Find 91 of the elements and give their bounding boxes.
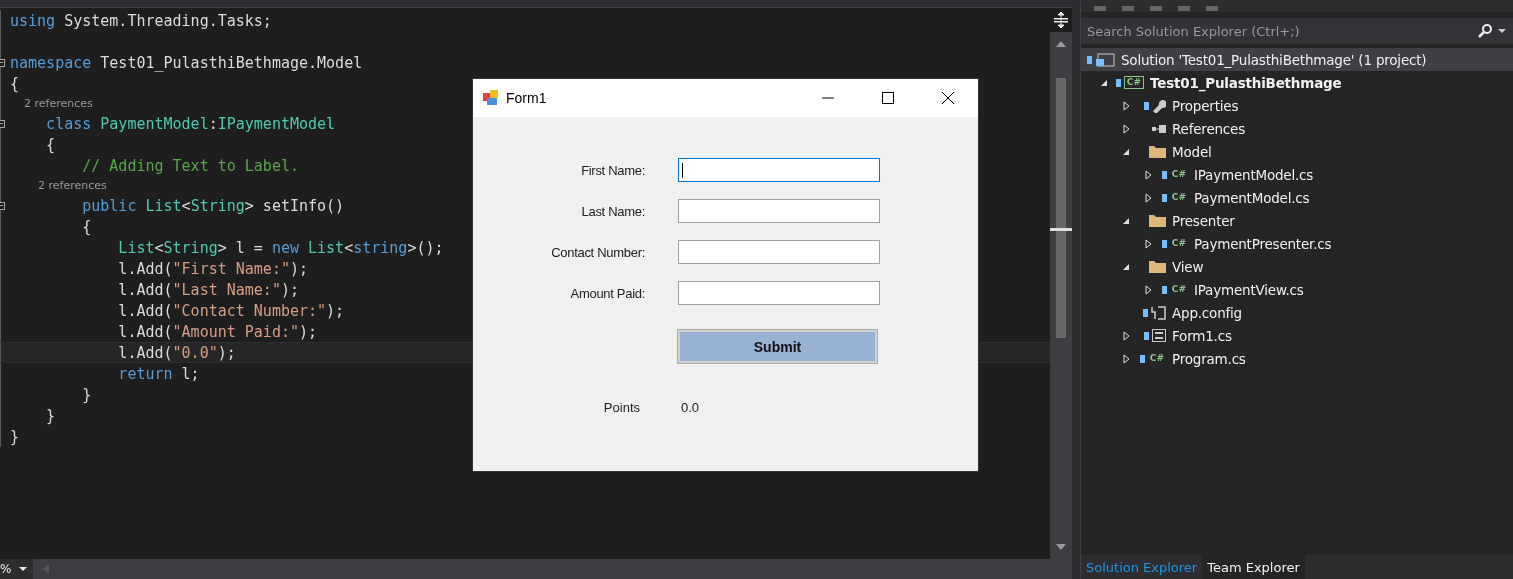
- expand-icon[interactable]: [1120, 329, 1132, 342]
- expand-icon[interactable]: [1142, 191, 1154, 204]
- field-label: Amount Paid:: [570, 285, 645, 301]
- code-line: }: [10, 427, 20, 446]
- expand-icon[interactable]: [1142, 168, 1154, 181]
- expand-icon[interactable]: [1120, 352, 1132, 365]
- code-line: // Adding Text to Label.: [81, 156, 299, 175]
- tree-item[interactable]: C# Test01_PulasthiBethmage: [1081, 71, 1513, 94]
- close-icon: [941, 91, 955, 105]
- text-field[interactable]: [678, 158, 880, 182]
- code-line: }: [45, 406, 56, 425]
- tree-item[interactable]: C# PaymentPresenter.cs: [1081, 232, 1513, 255]
- code-line: return l;: [117, 364, 200, 383]
- window-title: Form1: [506, 90, 548, 106]
- code-line: public List<String> setInfo(): [81, 196, 345, 215]
- csharp-icon: C#: [1169, 192, 1188, 203]
- code-line: l.Add("First Name:");: [117, 259, 309, 278]
- toolbar-icon[interactable]: [1093, 6, 1107, 12]
- scroll-up-icon[interactable]: [1055, 40, 1067, 48]
- toolbar-icon[interactable]: [1149, 6, 1163, 12]
- collapse-icon[interactable]: [0, 201, 5, 210]
- wrench-icon: [1152, 98, 1166, 113]
- references-icon: [1152, 124, 1166, 133]
- search-field[interactable]: Search Solution Explorer (Ctrl+;): [1087, 23, 1477, 39]
- form-icon: [483, 90, 499, 106]
- scroll-down-icon[interactable]: [1055, 543, 1067, 551]
- toolbar-icon[interactable]: [1121, 6, 1135, 12]
- vertical-scrollbar[interactable]: [1050, 8, 1072, 559]
- code-line: l.Add("Last Name:");: [117, 280, 299, 299]
- tree-item[interactable]: C# IPaymentView.cs: [1081, 278, 1513, 301]
- form-file-icon: [1152, 329, 1166, 342]
- config-file-icon: [1151, 305, 1166, 320]
- tree-item[interactable]: Form1.cs: [1081, 324, 1513, 347]
- code-line: l.Add("0.0");: [117, 343, 236, 362]
- tree-item[interactable]: Solution 'Test01_PulasthiBethmage' (1 project): [1081, 48, 1513, 71]
- csharp-icon: C#: [1169, 238, 1188, 249]
- tree-item[interactable]: Properties: [1081, 94, 1513, 117]
- search-icon[interactable]: [1477, 23, 1493, 39]
- code-line: l.Add("Contact Number:");: [117, 301, 345, 320]
- tree-item[interactable]: C# Program.cs: [1081, 347, 1513, 370]
- tree-item[interactable]: C# PaymentModel.cs: [1081, 186, 1513, 209]
- tree-item[interactable]: Model: [1081, 140, 1513, 163]
- code-line: {: [81, 217, 92, 236]
- folder-icon: [1149, 214, 1166, 227]
- maximize-icon: [882, 92, 894, 104]
- folder-icon: [1149, 145, 1166, 158]
- panel-tab[interactable]: Team Explorer: [1202, 555, 1305, 579]
- expand-icon[interactable]: [1142, 237, 1154, 250]
- csharp-icon: C#: [1169, 169, 1188, 180]
- split-handle-icon[interactable]: [1054, 12, 1068, 28]
- expand-icon[interactable]: [1142, 283, 1154, 296]
- references-link[interactable]: 2 references: [10, 97, 93, 110]
- tree-item[interactable]: View: [1081, 255, 1513, 278]
- minimize-icon: [822, 97, 834, 99]
- zoom-dropdown[interactable]: %: [0, 559, 34, 579]
- collapse-icon[interactable]: [0, 119, 5, 128]
- csharp-icon: C#: [1147, 353, 1166, 364]
- collapse-icon[interactable]: [0, 58, 5, 67]
- code-line: List<String> l = new List<string>();: [117, 238, 444, 257]
- caret-icon[interactable]: [1497, 28, 1507, 34]
- csharp-icon: C#: [1169, 284, 1188, 295]
- search-box[interactable]: Search Solution Explorer (Ctrl+;): [1081, 18, 1513, 44]
- solution-icon: [1095, 52, 1115, 67]
- folder-icon: [1149, 260, 1166, 273]
- code-line: {: [10, 74, 20, 93]
- field-label: Last Name:: [581, 203, 645, 219]
- tree-item[interactable]: C# IPaymentModel.cs: [1081, 163, 1513, 186]
- caret-icon: [19, 566, 28, 572]
- code-line: namespace Test01_PulasthiBethmage.Model: [10, 53, 363, 72]
- expand-icon[interactable]: [1120, 122, 1132, 135]
- points-label: Points: [603, 400, 640, 415]
- tree-item[interactable]: Presenter: [1081, 209, 1513, 232]
- points-value: 0.0: [681, 400, 701, 415]
- toolbar-icon[interactable]: [1177, 6, 1191, 12]
- toolbar-icon[interactable]: [1205, 6, 1219, 12]
- code-line: using System.Threading.Tasks;: [10, 11, 272, 30]
- tree-item[interactable]: References: [1081, 117, 1513, 140]
- expand-icon[interactable]: [1120, 99, 1132, 112]
- code-line: l.Add("Amount Paid:");: [117, 322, 318, 341]
- tree-item[interactable]: App.config: [1081, 301, 1513, 324]
- submit-button[interactable]: Submit: [678, 330, 877, 363]
- text-field[interactable]: [678, 281, 880, 305]
- code-line: class PaymentModel:IPaymentModel: [45, 114, 336, 133]
- field-label: Contact Number:: [551, 244, 645, 260]
- csharp-icon: C#: [1123, 76, 1144, 89]
- code-line: }: [81, 385, 92, 404]
- text-field[interactable]: [678, 199, 880, 223]
- field-label: First Name:: [581, 162, 645, 178]
- code-line: {: [45, 135, 56, 154]
- text-field[interactable]: [678, 240, 880, 264]
- references-link[interactable]: 2 references: [10, 179, 107, 192]
